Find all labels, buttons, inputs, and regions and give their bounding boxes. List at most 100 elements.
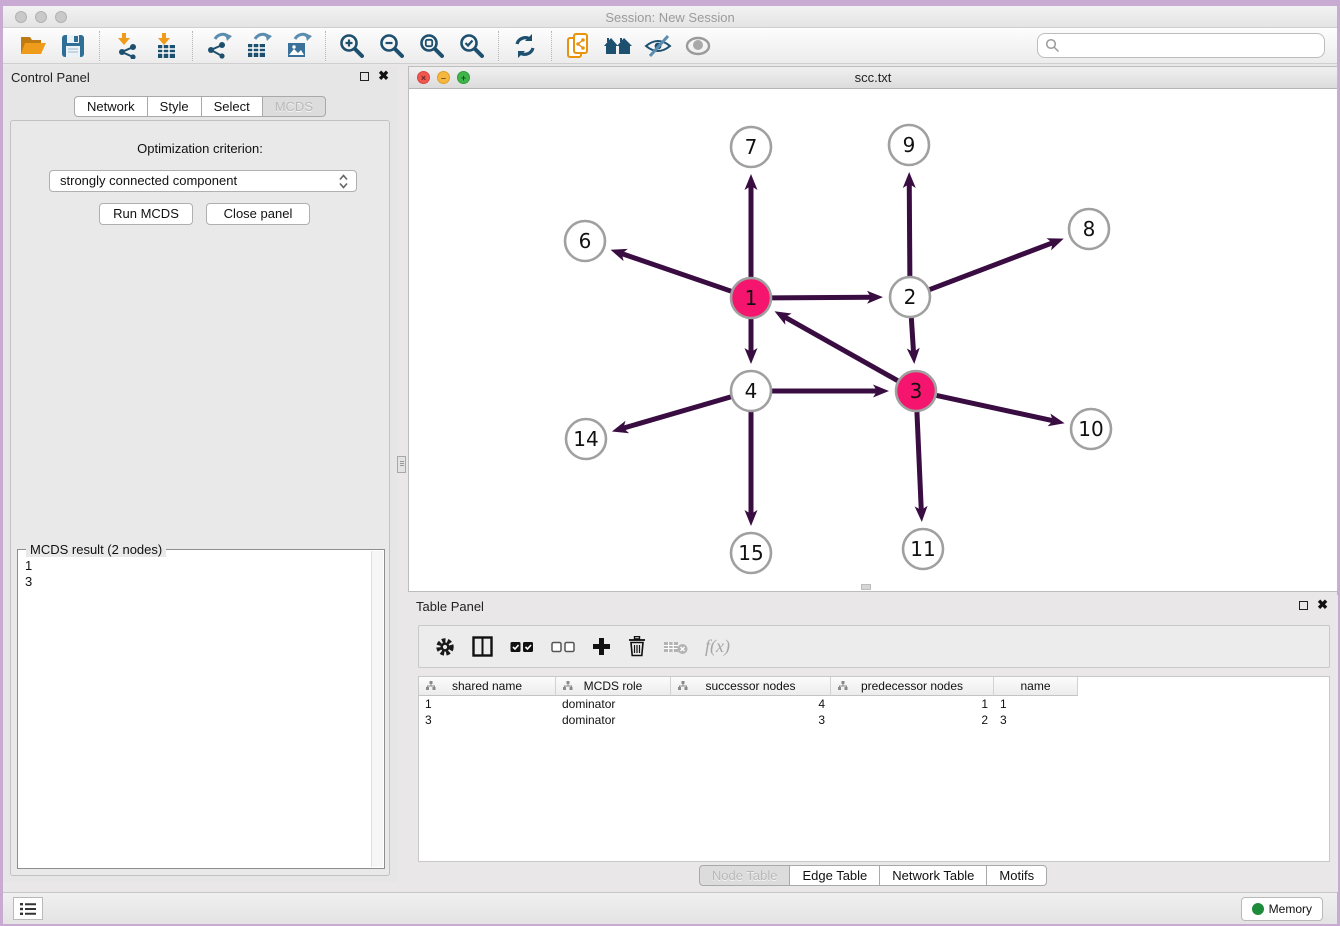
home-icon[interactable] xyxy=(598,30,638,62)
function-builder-icon: f(x) xyxy=(705,636,730,657)
graph-edge-3-10[interactable] xyxy=(937,395,1053,420)
table-header-row: shared name MCDS role successor nodes pr… xyxy=(419,677,1329,696)
float-table-panel-icon[interactable] xyxy=(1299,601,1308,610)
node-table: shared name MCDS role successor nodes pr… xyxy=(418,676,1330,862)
control-panel: Control Panel ✖ Network Style Select MCD… xyxy=(3,66,397,882)
zoom-out-icon[interactable] xyxy=(372,30,412,62)
canvas-scroll-thumb[interactable] xyxy=(861,584,871,590)
app-title: Session: New Session xyxy=(3,10,1337,25)
float-panel-icon[interactable] xyxy=(360,72,369,81)
control-panel-tabs: Network Style Select MCDS xyxy=(3,96,397,117)
delete-table-icon[interactable] xyxy=(663,639,688,655)
tab-edge-table[interactable]: Edge Table xyxy=(790,865,880,886)
graph-edge-4-14[interactable] xyxy=(623,397,730,428)
tab-mcds[interactable]: MCDS xyxy=(263,96,326,117)
clone-network-icon[interactable] xyxy=(558,30,598,62)
graph-node-label: 10 xyxy=(1078,417,1103,441)
result-scrollbar[interactable] xyxy=(371,551,383,867)
select-all-icon[interactable] xyxy=(510,641,534,653)
column-header-mcds-role[interactable]: MCDS role xyxy=(556,677,671,696)
memory-status-icon xyxy=(1252,903,1264,915)
delete-column-icon[interactable] xyxy=(628,636,646,657)
import-network-icon[interactable] xyxy=(106,30,146,62)
export-image-icon[interactable] xyxy=(279,30,319,62)
graph-edge-2-3[interactable] xyxy=(911,318,913,352)
tab-motifs[interactable]: Motifs xyxy=(987,865,1047,886)
run-mcds-button[interactable]: Run MCDS xyxy=(99,203,193,225)
graph-edge-1-2[interactable] xyxy=(772,297,871,298)
tab-network[interactable]: Network xyxy=(74,96,148,117)
network-window-titlebar[interactable]: × – + scc.txt xyxy=(409,67,1337,89)
mcds-result-group: MCDS result (2 nodes) 1 3 xyxy=(17,549,385,869)
graph-edge-2-9[interactable] xyxy=(909,184,910,276)
network-view-window: × – + scc.txt 7968124314101511 xyxy=(408,66,1338,592)
tab-style[interactable]: Style xyxy=(148,96,202,117)
import-table-icon[interactable] xyxy=(146,30,186,62)
zoom-selected-icon[interactable] xyxy=(452,30,492,62)
column-header-shared-name[interactable]: shared name xyxy=(419,677,556,696)
memory-button[interactable]: Memory xyxy=(1241,897,1323,921)
control-panel-title: Control Panel xyxy=(11,70,90,85)
optimization-criterion-select[interactable]: strongly connected component xyxy=(49,170,357,192)
zoom-in-icon[interactable] xyxy=(332,30,372,62)
table-panel: Table Panel ✖ f(x) xyxy=(408,595,1338,892)
mcds-result-list[interactable]: 1 3 xyxy=(18,554,370,866)
close-panel-icon[interactable]: ✖ xyxy=(378,71,389,81)
create-column-icon[interactable] xyxy=(592,637,611,656)
deselect-all-icon[interactable] xyxy=(551,641,575,653)
graph-edge-3-1[interactable] xyxy=(785,317,898,381)
search-icon xyxy=(1045,38,1060,53)
graph-edge-3-11[interactable] xyxy=(917,412,921,510)
optimization-criterion-label: Optimization criterion: xyxy=(11,141,389,156)
panel-divider-grip[interactable] xyxy=(397,456,406,473)
graph-node-label: 2 xyxy=(904,285,917,309)
export-network-icon[interactable] xyxy=(199,30,239,62)
open-session-icon[interactable] xyxy=(13,30,53,62)
sort-icon[interactable] xyxy=(838,681,848,691)
column-header-name[interactable]: name xyxy=(994,677,1078,696)
graph-edge-1-6[interactable] xyxy=(622,254,731,292)
close-table-panel-icon[interactable]: ✖ xyxy=(1317,600,1328,610)
select-stepper-icon xyxy=(339,174,348,189)
table-toolbar: f(x) xyxy=(418,625,1330,668)
graph-node-label: 7 xyxy=(745,135,758,159)
graph-node-label: 9 xyxy=(903,133,916,157)
graph-node-label: 1 xyxy=(745,286,758,310)
column-header-predecessor-nodes[interactable]: predecessor nodes xyxy=(831,677,994,696)
export-table-icon[interactable] xyxy=(239,30,279,62)
task-history-button[interactable] xyxy=(13,897,43,920)
hide-panels-icon[interactable] xyxy=(638,30,678,62)
mcds-result-item[interactable]: 3 xyxy=(25,574,370,590)
network-canvas[interactable]: 7968124314101511 xyxy=(409,89,1337,591)
graph-node-label: 11 xyxy=(910,537,935,561)
refresh-icon[interactable] xyxy=(505,30,545,62)
network-graph[interactable]: 7968124314101511 xyxy=(409,89,1337,591)
graph-node-label: 6 xyxy=(579,229,592,253)
sort-icon[interactable] xyxy=(678,681,688,691)
tab-select[interactable]: Select xyxy=(202,96,263,117)
graph-node-label: 4 xyxy=(745,379,758,403)
table-row[interactable]: 3 dominator 3 2 3 xyxy=(419,712,1329,728)
memory-label: Memory xyxy=(1269,902,1312,916)
mcds-result-item[interactable]: 1 xyxy=(25,558,370,574)
sort-icon[interactable] xyxy=(426,681,436,691)
sort-icon[interactable] xyxy=(563,681,573,691)
zoom-fit-icon[interactable] xyxy=(412,30,452,62)
save-session-icon[interactable] xyxy=(53,30,93,62)
mcds-panel: Optimization criterion: strongly connect… xyxy=(10,120,390,876)
status-bar: Memory xyxy=(3,892,1337,924)
graph-edge-2-8[interactable] xyxy=(930,243,1053,290)
search-input[interactable] xyxy=(1037,33,1325,58)
tab-node-table[interactable]: Node Table xyxy=(699,865,791,886)
column-header-successor-nodes[interactable]: successor nodes xyxy=(671,677,831,696)
close-panel-button[interactable]: Close panel xyxy=(206,203,310,225)
show-columns-icon[interactable] xyxy=(472,636,493,657)
table-row[interactable]: 1 dominator 4 1 1 xyxy=(419,696,1329,712)
app-titlebar: Session: New Session xyxy=(3,6,1337,28)
table-settings-icon[interactable] xyxy=(435,637,455,657)
table-tabs: Node Table Edge Table Network Table Moti… xyxy=(408,865,1338,886)
list-icon xyxy=(19,902,37,916)
graph-node-label: 14 xyxy=(573,427,598,451)
show-panels-icon[interactable] xyxy=(678,30,718,62)
tab-network-table[interactable]: Network Table xyxy=(880,865,987,886)
